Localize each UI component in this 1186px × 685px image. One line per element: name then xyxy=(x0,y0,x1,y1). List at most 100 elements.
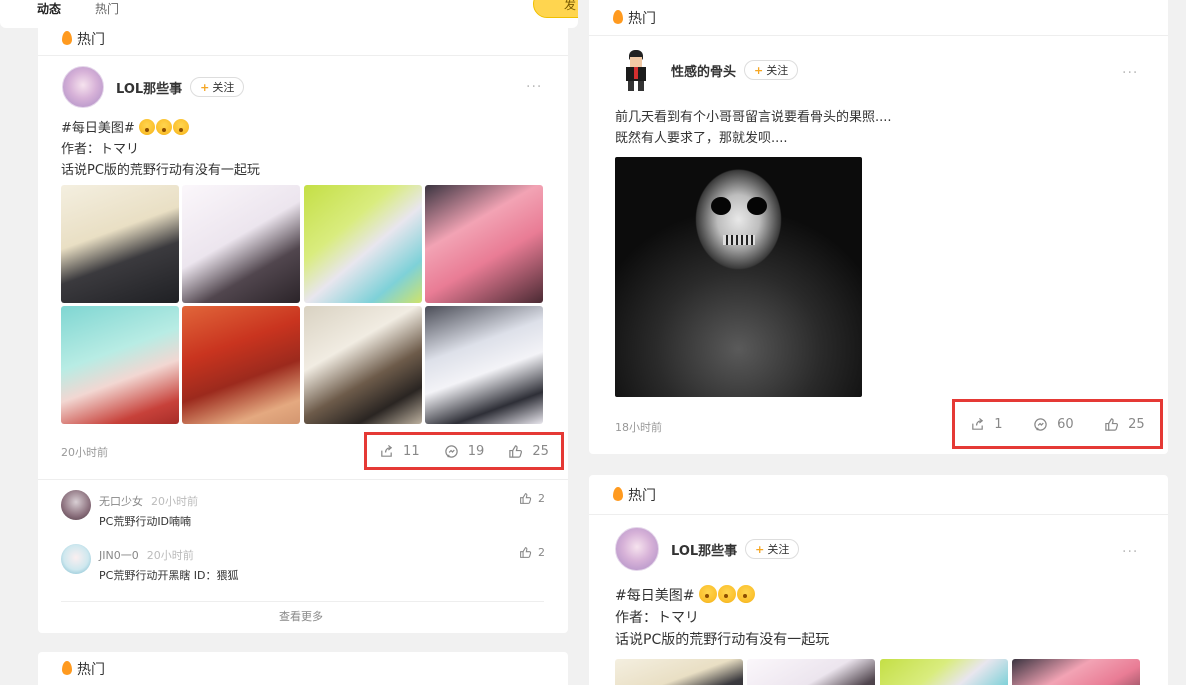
post-stats-bar: 1 60 25 xyxy=(952,399,1163,449)
post-image[interactable] xyxy=(182,185,300,303)
more-options-icon[interactable]: ··· xyxy=(1122,65,1138,81)
comment-time: 20小时前 xyxy=(151,495,198,508)
share-stat[interactable]: 11 xyxy=(379,444,420,459)
post-image[interactable] xyxy=(615,659,743,685)
post-text: #每日美图# 作者：トマリ 话说PC版的荒野行动有没有一起玩 xyxy=(615,585,829,651)
post-card: 热门 xyxy=(38,652,568,685)
post-text-line: 话说PC版的荒野行动有没有一起玩 xyxy=(615,632,830,648)
post-image[interactable] xyxy=(61,306,179,424)
post-author-row: LOL那些事 + 关注 xyxy=(62,66,245,108)
comment-author[interactable]: 无口少女 xyxy=(99,495,143,508)
post-image[interactable] xyxy=(304,306,422,424)
like-count: 25 xyxy=(1128,416,1145,432)
comment-author[interactable]: JIN0一0 xyxy=(99,549,139,562)
post-image[interactable] xyxy=(615,157,862,397)
thumbs-up-icon xyxy=(1105,417,1119,431)
author-name[interactable]: 性感的骨头 xyxy=(671,61,736,80)
like-count: 25 xyxy=(532,443,549,459)
section-label: 热门 xyxy=(77,31,105,48)
post-text-line: 作者：トマリ xyxy=(61,142,140,157)
post-author-row: 性感的骨头 + 关注 xyxy=(615,48,799,92)
share-icon xyxy=(381,444,393,457)
emoji-icon xyxy=(698,585,717,603)
thumbs-up-icon xyxy=(520,547,532,558)
emoji-icon xyxy=(172,119,189,135)
tab-dongtai[interactable]: 动态 xyxy=(37,0,61,17)
follow-button[interactable]: + 关注 xyxy=(744,60,799,80)
hashtag-text[interactable]: #每日美图# xyxy=(615,588,699,604)
right-feed-panel: 热门 性感的骨头 + 关注 ··· 前几天看到有个小哥哥留言说要看骨头的果照...… xyxy=(578,0,1186,685)
thumbs-up-icon xyxy=(520,493,532,504)
post-stats-bar: 11 19 25 xyxy=(364,432,564,470)
post-author-row: LOL那些事 + 关注 xyxy=(615,527,800,571)
comment-icon xyxy=(1034,417,1047,431)
skull-teeth xyxy=(723,235,755,245)
post-text-line: 既然有人要求了，那就发呗.... xyxy=(615,131,788,146)
post-text-line: #每日美图# xyxy=(61,118,260,139)
divider xyxy=(38,479,568,480)
section-header: 热门 xyxy=(589,0,1168,36)
post-time: 18小时前 xyxy=(615,421,662,434)
avatar[interactable] xyxy=(61,490,91,520)
thumbs-up-icon xyxy=(509,444,523,458)
comment-stat[interactable]: 60 xyxy=(1033,417,1074,432)
share-count: 11 xyxy=(403,443,420,459)
section-header: 热门 xyxy=(589,475,1168,515)
comment-count: 19 xyxy=(467,443,485,459)
section-header: 热门 xyxy=(38,652,568,685)
see-more-link[interactable]: 查看更多 xyxy=(279,608,323,624)
like-stat[interactable]: 25 xyxy=(508,444,549,459)
skull-eye xyxy=(747,197,767,215)
post-image[interactable] xyxy=(61,185,179,303)
post-card: 热门 LOL那些事 + 关注 ··· #每日美图# 作者：トマリ 话说PC版的荒野… xyxy=(38,22,568,633)
left-feed-panel: 动态 热门 发 热门 LOL那些事 + 关注 ··· #每日美图# 作者：トマリ … xyxy=(0,0,578,685)
post-text-line: 作者：トマリ xyxy=(615,610,699,626)
post-image[interactable] xyxy=(425,306,543,424)
follow-button[interactable]: + 关注 xyxy=(190,77,245,97)
author-name[interactable]: LOL那些事 xyxy=(116,78,182,97)
comment-icon xyxy=(444,444,458,458)
comment-like-button[interactable]: 2 xyxy=(519,546,545,559)
post-time: 20小时前 xyxy=(61,446,108,459)
avatar[interactable] xyxy=(615,48,659,92)
follow-label: 关注 xyxy=(212,81,235,94)
tab-hot[interactable]: 热门 xyxy=(95,0,119,17)
hashtag-text[interactable]: #每日美图# xyxy=(61,121,139,136)
more-options-icon[interactable]: ··· xyxy=(526,79,542,95)
post-text: 前几天看到有个小哥哥留言说要看骨头的果照.... 既然有人要求了，那就发呗...… xyxy=(615,107,892,149)
share-stat[interactable]: 1 xyxy=(970,416,1003,432)
avatar[interactable] xyxy=(615,527,659,571)
post-text-line: #每日美图# xyxy=(615,585,829,607)
section-label: 热门 xyxy=(628,487,656,504)
comment-item: JIN0一0 20小时前 PC荒野行动开黑瞎 ID：猥狐 xyxy=(61,544,239,583)
divider xyxy=(61,601,544,602)
flame-icon xyxy=(62,661,72,675)
comment-item: 无口少女 20小时前 PC荒野行动ID喃喃 xyxy=(61,490,198,529)
post-button[interactable]: 发 xyxy=(533,0,578,18)
post-image[interactable] xyxy=(182,306,300,424)
flame-icon xyxy=(62,30,72,45)
comment-stat[interactable]: 19 xyxy=(444,443,485,459)
avatar[interactable] xyxy=(62,66,104,108)
more-options-icon[interactable]: ··· xyxy=(1122,544,1138,560)
avatar[interactable] xyxy=(61,544,91,574)
post-image[interactable] xyxy=(880,659,1008,685)
like-stat[interactable]: 25 xyxy=(1104,417,1145,432)
post-image[interactable] xyxy=(747,659,875,685)
comment-like-count: 2 xyxy=(538,546,545,559)
flame-icon xyxy=(613,9,623,24)
post-image[interactable] xyxy=(425,185,543,303)
author-name[interactable]: LOL那些事 xyxy=(671,540,737,559)
post-image[interactable] xyxy=(1012,659,1140,685)
post-text: #每日美图# 作者：トマリ 话说PC版的荒野行动有没有一起玩 xyxy=(61,118,260,181)
comment-like-button[interactable]: 2 xyxy=(519,492,545,505)
follow-button[interactable]: + 关注 xyxy=(745,539,800,559)
share-count: 1 xyxy=(994,416,1003,432)
emoji-icon xyxy=(717,585,736,603)
comment-time: 20小时前 xyxy=(146,549,194,562)
section-header: 热门 xyxy=(38,22,568,56)
comment-text: PC荒野行动ID喃喃 xyxy=(99,515,192,528)
post-image[interactable] xyxy=(304,185,422,303)
plus-icon: + xyxy=(200,80,210,94)
follow-label: 关注 xyxy=(766,64,789,77)
